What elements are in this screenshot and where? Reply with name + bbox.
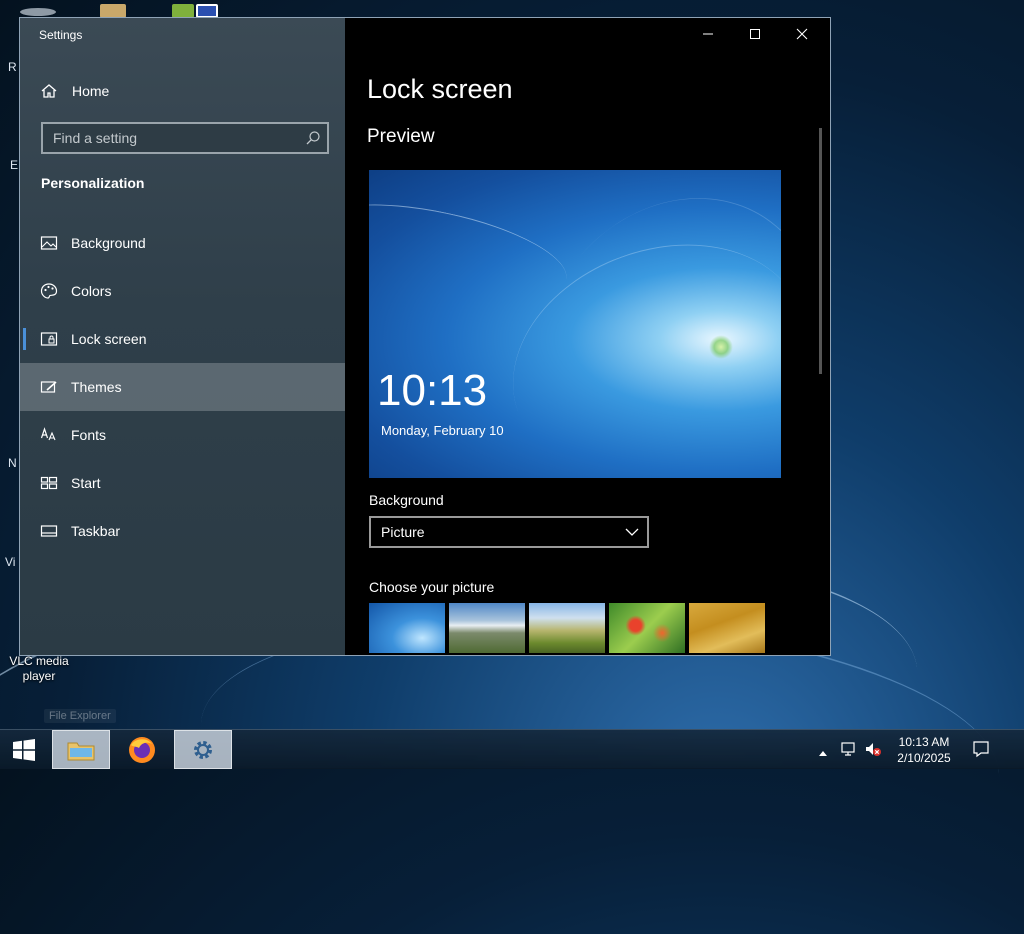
start-icon [40,474,58,492]
desktop-icon-app[interactable] [172,4,194,18]
show-hidden-icons-icon[interactable] [818,744,828,762]
action-center-icon[interactable] [972,740,990,763]
search-input[interactable] [43,129,305,147]
content-scrollbar[interactable] [819,128,822,374]
choose-picture-label: Choose your picture [369,579,495,595]
clock-date: 2/10/2025 [897,751,951,765]
gear-icon [194,740,212,759]
taskbar-settings[interactable] [174,730,232,769]
clock-time: 10:13 AM [898,735,950,749]
home-icon [40,82,58,100]
nav-item-fonts[interactable]: Fonts [20,411,345,459]
preview-heading: Preview [367,126,435,147]
nav-item-taskbar[interactable]: Taskbar [20,507,345,555]
taskbar-firefox[interactable] [116,730,168,769]
picture-thumbnails [369,603,765,653]
desktop-label-fragment: R [8,60,17,74]
minimize-button[interactable] [685,18,731,50]
picture-thumbnail[interactable] [449,603,525,653]
nav-item-themes[interactable]: Themes [20,363,345,411]
picture-icon [40,234,58,252]
desktop-icon-app-2[interactable] [196,4,218,18]
close-icon [796,28,808,40]
taskbar-file-explorer[interactable] [52,730,110,769]
wallpaper-streak [369,185,575,320]
nav-item-label: Themes [71,379,122,395]
nav-item-label: Lock screen [71,331,147,347]
window-title: Settings [39,28,83,42]
taskbar-clock[interactable]: 10:13 AM 2/10/2025 [888,734,960,766]
brush-icon [40,378,58,396]
firefox-icon [129,736,155,763]
personalization-nav: Background Colors Lock screen Themes Fon… [20,219,345,555]
minimize-icon [703,33,713,35]
nav-item-colors[interactable]: Colors [20,267,345,315]
nav-item-background[interactable]: Background [20,219,345,267]
maximize-button[interactable] [732,18,778,50]
settings-window: Settings Home Personalization Background [19,17,831,656]
desktop-label-fragment: N [8,456,17,470]
picture-thumbnail[interactable] [369,603,445,653]
nav-item-label: Taskbar [71,523,121,539]
font-icon [40,426,58,444]
network-icon[interactable] [840,741,858,762]
desktop-label-fragment: Vi [5,555,16,569]
chevron-down-icon [625,528,639,536]
picture-thumbnail[interactable] [689,603,765,653]
background-dropdown[interactable]: Picture [369,516,649,548]
desktop-icon-vlc-label[interactable]: VLC media player [2,654,76,684]
background-label: Background [369,492,444,508]
desktop-icon-folder[interactable] [100,4,126,18]
picture-thumbnail[interactable] [609,603,685,653]
close-button[interactable] [779,18,825,50]
picture-thumbnail[interactable] [529,603,605,653]
maximize-icon [750,29,760,39]
search-box[interactable] [41,122,329,154]
preview-date: Monday, February 10 [381,423,504,438]
folder-icon [67,742,95,760]
desktop-label-fragment: E [10,158,19,172]
preview-time: 10:13 [377,366,488,415]
taskbar-icon [40,522,58,540]
section-title: Personalization [41,175,145,191]
nav-item-label: Start [71,475,101,491]
nav-item-label: Fonts [71,427,107,443]
home-label: Home [72,83,110,99]
nav-item-lock-screen[interactable]: Lock screen [20,315,345,363]
settings-sidebar: Settings Home Personalization Background [20,18,345,655]
settings-content: Lock screen Preview 10:13 Monday, Februa… [345,18,830,655]
lock-screen-icon [40,330,58,348]
nav-item-start[interactable]: Start [20,459,345,507]
windows-logo-icon [13,738,35,761]
taskbar-tooltip-ghost: File Explorer [44,709,116,723]
start-button[interactable] [0,730,48,769]
background-dropdown-value: Picture [381,524,425,540]
windows-logo-glow [709,335,733,359]
home-link[interactable]: Home [40,80,109,102]
nav-item-label: Background [71,235,146,251]
page-title: Lock screen [367,74,513,104]
search-icon[interactable] [305,130,321,146]
nav-item-label: Colors [71,283,112,299]
wallpaper-streak [482,170,781,478]
desktop-icon-recycle-bin[interactable] [20,8,56,16]
volume-muted-icon[interactable] [864,741,882,762]
lock-screen-preview: 10:13 Monday, February 10 [369,170,781,478]
palette-icon [40,282,58,300]
taskbar: 10:13 AM 2/10/2025 [0,729,1024,769]
